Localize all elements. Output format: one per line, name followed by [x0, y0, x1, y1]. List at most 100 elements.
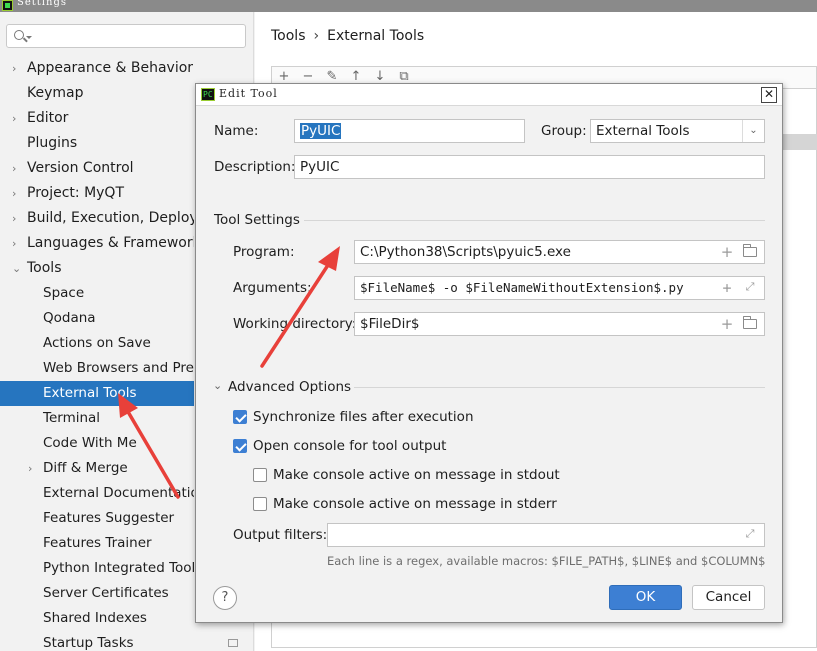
sidebar-item[interactable]: › Diff & Merge — [0, 456, 194, 481]
description-field[interactable]: PyUIC — [294, 155, 765, 179]
stderr-checkbox[interactable] — [253, 497, 267, 511]
insert-macro-icon[interactable]: + — [718, 277, 736, 299]
breadcrumb: Tools › External Tools — [271, 28, 424, 44]
name-label: Name: — [214, 123, 259, 139]
chevron-right-icon[interactable]: › — [12, 231, 22, 256]
folder-icon[interactable] — [743, 316, 757, 329]
expand-icon[interactable]: ⤢ — [744, 281, 756, 293]
program-field[interactable]: C:\Python38\Scripts\pyuic5.exe + — [354, 240, 765, 264]
sidebar-item[interactable]: Shared Indexes — [0, 606, 194, 631]
insert-macro-icon[interactable]: + — [718, 313, 736, 335]
description-label: Description: — [214, 159, 296, 175]
sidebar-item[interactable]: Space — [0, 281, 194, 306]
sidebar-item[interactable]: › Build, Execution, Deployment — [0, 206, 194, 231]
sync-files-label[interactable]: Synchronize files after execution — [253, 409, 474, 425]
open-console-checkbox[interactable] — [233, 439, 247, 453]
sidebar-item[interactable]: Qodana — [0, 306, 194, 331]
stderr-label[interactable]: Make console active on message in stderr — [273, 496, 557, 512]
ok-button[interactable]: OK — [609, 585, 682, 610]
breadcrumb-separator: › — [313, 28, 320, 44]
expand-icon[interactable]: ⤢ — [744, 528, 756, 540]
group-combo-value: External Tools — [596, 123, 690, 139]
sidebar-item[interactable]: Web Browsers and Preview — [0, 356, 194, 381]
advanced-options-title[interactable]: Advanced Options — [228, 379, 351, 395]
breadcrumb-current: External Tools — [327, 28, 425, 44]
sidebar-item[interactable]: Plugins — [0, 131, 194, 156]
sidebar-item[interactable]: External Tools — [0, 381, 194, 406]
folder-icon[interactable] — [743, 244, 757, 257]
sidebar-item-label: External Tools — [43, 385, 137, 401]
dialog-title: Edit Tool — [219, 87, 278, 100]
chevron-right-icon[interactable]: › — [12, 56, 22, 81]
chevron-down-icon[interactable]: ⌄ — [742, 120, 764, 142]
arguments-field[interactable]: $FileName$ -o $FileNameWithoutExtension$… — [354, 276, 765, 300]
working-directory-label: Working directory: — [233, 316, 357, 332]
pycharm-app-icon — [2, 0, 13, 11]
sidebar-item[interactable]: Keymap — [0, 81, 194, 106]
chevron-down-icon[interactable]: ⌄ — [213, 379, 222, 392]
sidebar-item-label: Tools — [27, 260, 62, 276]
sidebar-item-label: Keymap — [27, 85, 84, 101]
name-field[interactable]: PyUIC — [294, 119, 525, 143]
chevron-down-icon[interactable]: ⌄ — [12, 256, 22, 281]
selected-tool-row[interactable] — [782, 134, 817, 150]
stdout-checkbox[interactable] — [253, 468, 267, 482]
cancel-button[interactable]: Cancel — [692, 585, 765, 610]
output-filters-label: Output filters: — [233, 527, 328, 543]
sidebar-item-label: Project: MyQT — [27, 185, 125, 201]
working-directory-field[interactable]: $FileDir$ + — [354, 312, 765, 336]
group-label: Group: — [541, 123, 587, 139]
sidebar-item[interactable]: › Project: MyQT — [0, 181, 194, 206]
sidebar-item[interactable]: Features Suggester — [0, 506, 194, 531]
sidebar-item[interactable]: Features Trainer — [0, 531, 194, 556]
sidebar-item[interactable]: Server Certificates — [0, 581, 194, 606]
close-icon[interactable]: ✕ — [761, 87, 777, 103]
sidebar-item-label: Features Trainer — [43, 535, 152, 551]
sidebar-item[interactable]: › Appearance & Behavior — [0, 56, 194, 81]
edit-tool-dialog: PC Edit Tool ✕ Name: PyUIC Group: Extern… — [195, 83, 783, 623]
settings-search-input[interactable] — [6, 24, 246, 48]
output-filters-field[interactable]: ⤢ — [327, 523, 765, 547]
sidebar-item-label: Diff & Merge — [43, 460, 128, 476]
sidebar-item[interactable]: External Documentation — [0, 481, 194, 506]
chevron-right-icon[interactable]: › — [12, 156, 22, 181]
settings-title-bar: Settings — [0, 0, 817, 12]
sidebar-item-label: Actions on Save — [43, 335, 151, 351]
chevron-right-icon[interactable]: › — [12, 181, 22, 206]
sidebar-item[interactable]: › Languages & Frameworks — [0, 231, 194, 256]
sidebar-item-label: Version Control — [27, 160, 134, 176]
sidebar-item-label: Code With Me — [43, 435, 137, 451]
chevron-right-icon[interactable]: › — [12, 206, 22, 231]
chevron-right-icon[interactable]: › — [28, 456, 38, 481]
sidebar-item[interactable]: › Version Control — [0, 156, 194, 181]
help-icon[interactable]: ? — [213, 586, 237, 610]
tool-settings-divider — [304, 220, 765, 221]
sync-files-checkbox[interactable] — [233, 410, 247, 424]
breadcrumb-parent[interactable]: Tools — [271, 28, 306, 44]
chevron-right-icon[interactable]: › — [12, 106, 22, 131]
sidebar-item[interactable]: Terminal — [0, 406, 194, 431]
description-field-value: PyUIC — [300, 159, 340, 175]
settings-window-title: Settings — [17, 0, 67, 8]
sidebar-item[interactable]: Startup Tasks — [0, 631, 194, 651]
name-field-value: PyUIC — [300, 123, 342, 139]
dialog-title-bar: PC Edit Tool ✕ — [196, 84, 782, 106]
search-icon — [14, 30, 24, 40]
open-console-label[interactable]: Open console for tool output — [253, 438, 446, 454]
search-options-caret-icon[interactable] — [26, 36, 32, 39]
group-combo[interactable]: External Tools ⌄ — [590, 119, 765, 143]
scroll-indicator-icon — [228, 639, 238, 647]
sidebar-item[interactable]: Python Integrated Tools — [0, 556, 194, 581]
program-field-value: C:\Python38\Scripts\pyuic5.exe — [360, 244, 571, 260]
advanced-options-divider — [354, 387, 765, 388]
sidebar-item[interactable]: › Editor — [0, 106, 194, 131]
program-label: Program: — [233, 244, 295, 260]
sidebar-item[interactable]: Actions on Save — [0, 331, 194, 356]
sidebar-item[interactable]: Code With Me — [0, 431, 194, 456]
output-filters-hint: Each line is a regex, available macros: … — [327, 554, 766, 568]
arguments-label: Arguments: — [233, 280, 312, 296]
insert-macro-icon[interactable]: + — [718, 241, 736, 263]
sidebar-item-label: Languages & Frameworks — [27, 235, 194, 251]
sidebar-item[interactable]: ⌄ Tools — [0, 256, 194, 281]
stdout-label[interactable]: Make console active on message in stdout — [273, 467, 560, 483]
